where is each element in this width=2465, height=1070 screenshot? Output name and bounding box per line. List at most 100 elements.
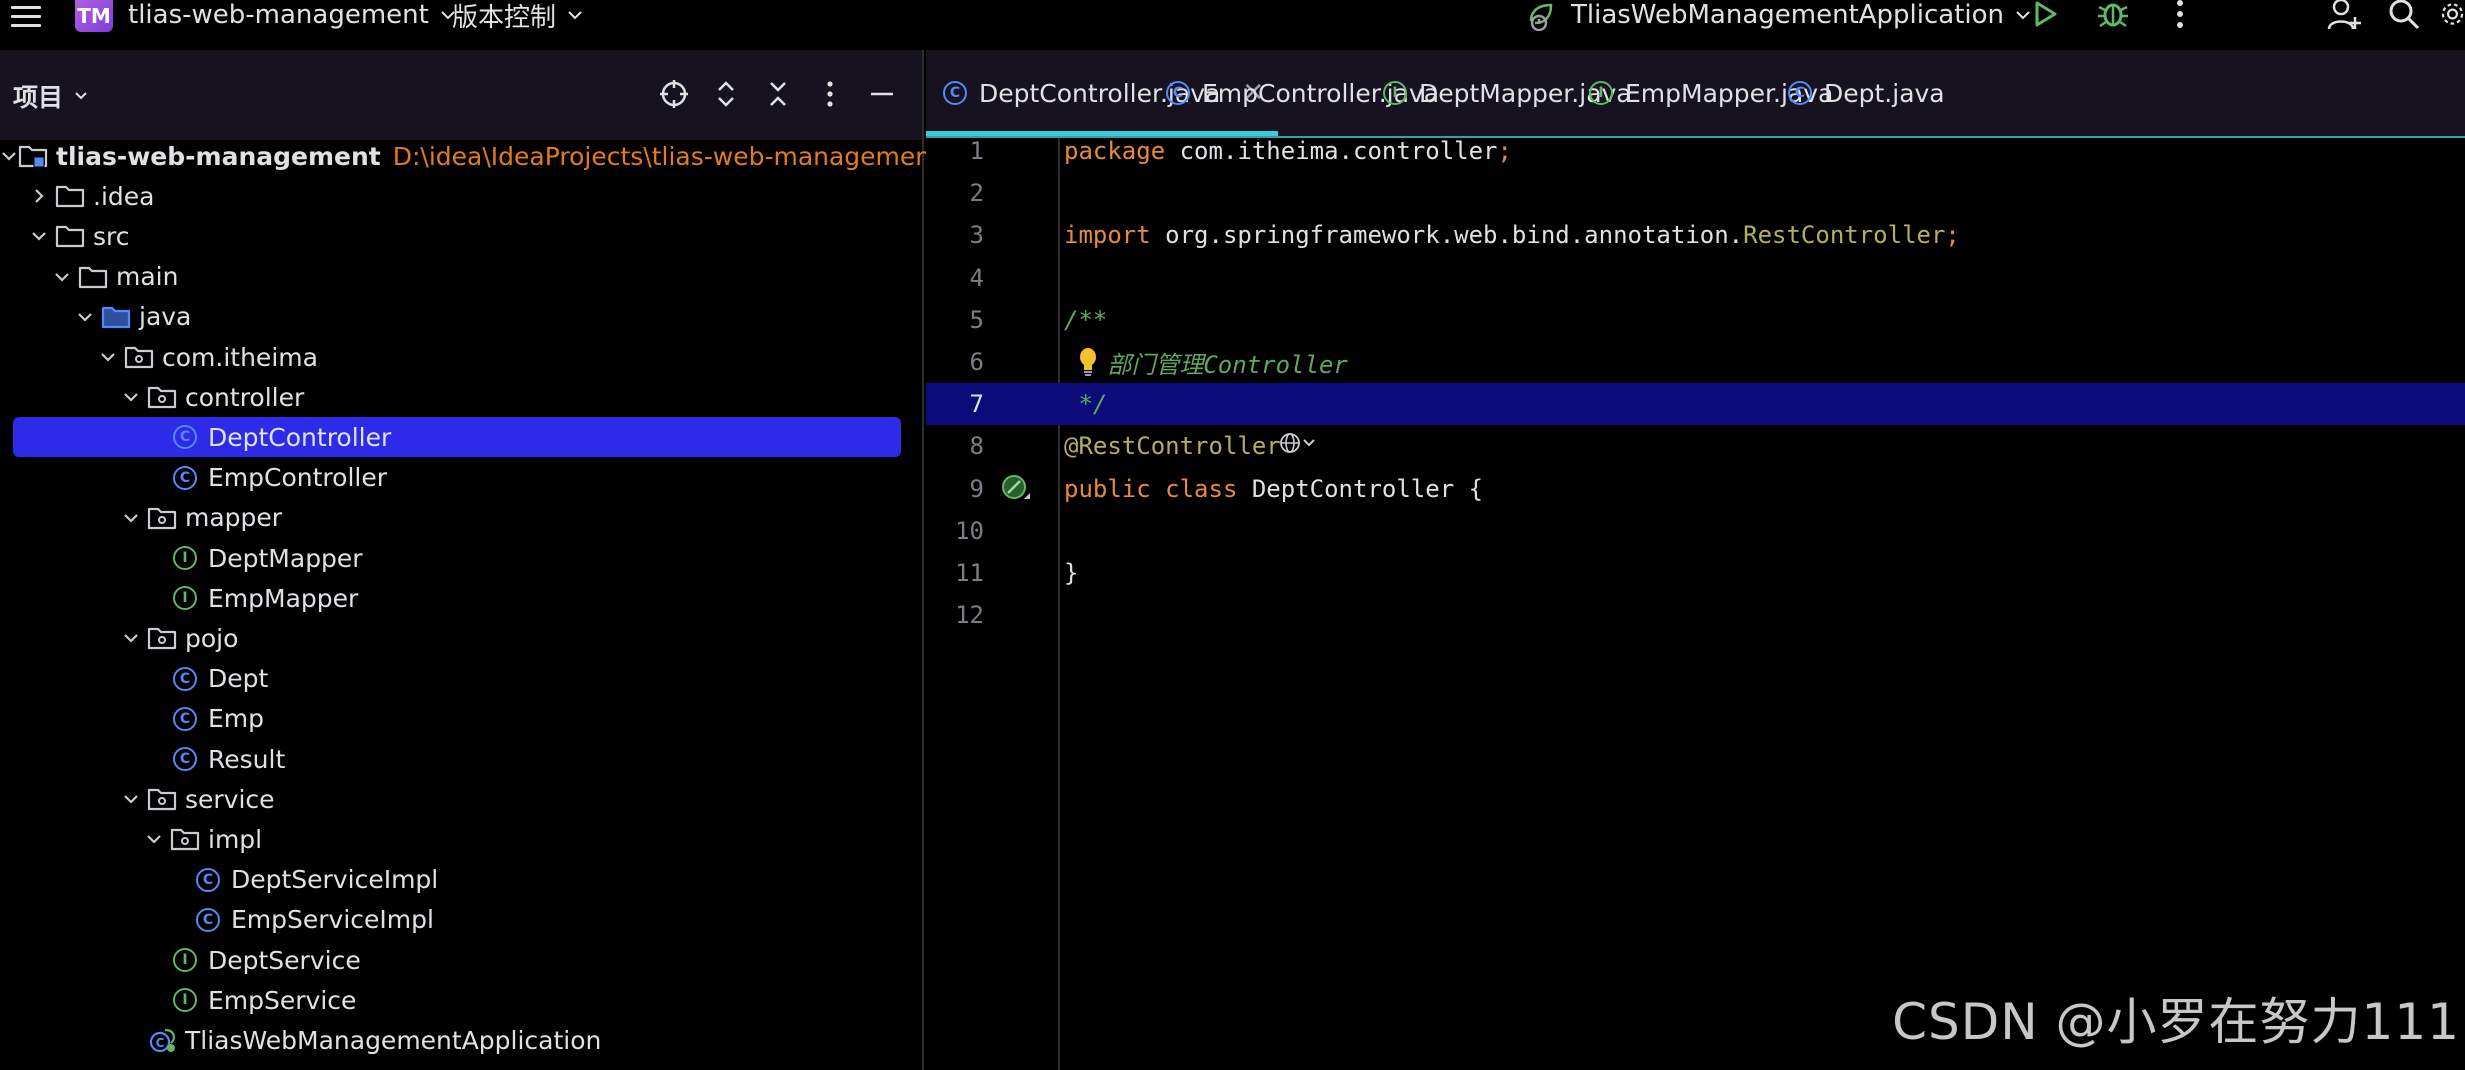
code-editor[interactable]: 1 package com.itheima.controller; 2 3 import… — [926, 137, 2465, 1070]
run-button[interactable] — [2025, 0, 2065, 32]
intention-bulb-icon[interactable] — [1076, 346, 1100, 378]
tree-item[interactable]: C EmpServiceImpl — [0, 900, 922, 940]
tree-item[interactable]: I DeptService — [0, 940, 922, 980]
tree-item[interactable]: .idea — [0, 176, 922, 216]
tree-item[interactable]: I EmpMapper — [0, 578, 922, 618]
tree-item-label: java — [139, 302, 192, 332]
code-text: } — [1064, 559, 1078, 587]
class-icon: C — [1166, 81, 1190, 105]
vcs-menu[interactable]: 版本控制 — [452, 0, 584, 33]
code-token: DeptController { — [1237, 474, 1484, 503]
tree-item[interactable]: service — [0, 779, 922, 819]
hide-panel-button[interactable] — [862, 74, 902, 114]
run-configuration-selector[interactable]: TliasWebManagementApplication — [1525, 0, 2032, 32]
line-number: 8 — [969, 432, 984, 461]
expand-all-button[interactable] — [706, 74, 746, 114]
folder-icon — [55, 181, 85, 211]
chevron-down-icon[interactable] — [23, 220, 55, 252]
code-token: class — [1165, 474, 1238, 503]
code-token: 部门管理Controller — [1064, 350, 1348, 379]
chevron-down-icon[interactable] — [0, 140, 18, 172]
interface-icon: I — [170, 985, 200, 1015]
line-number: 12 — [955, 601, 984, 630]
tree-item[interactable]: mapper — [0, 498, 922, 538]
more-vertical-icon — [2177, 0, 2183, 28]
chevron-down-icon[interactable] — [115, 783, 147, 815]
tree-item[interactable]: C Dept — [0, 659, 922, 699]
tree-item[interactable]: src — [0, 216, 922, 256]
tree-item-label: Result — [208, 744, 286, 774]
code-token: import — [1064, 221, 1151, 250]
more-actions-button[interactable] — [2160, 0, 2200, 32]
code-with-me-button[interactable] — [2325, 0, 2365, 32]
project-name: tlias-web-management — [128, 0, 429, 30]
tree-item[interactable]: C DeptServiceImpl — [0, 860, 922, 900]
tree-item[interactable]: C DeptController — [0, 417, 922, 458]
panel-options-button[interactable] — [810, 74, 850, 114]
tree-item[interactable]: impl — [0, 819, 922, 859]
tree-item[interactable]: tlias-web-management D:\idea\IdeaProjects… — [0, 136, 941, 176]
tree-item[interactable]: I DeptMapper — [0, 538, 922, 578]
package-icon — [147, 503, 177, 533]
tree-item[interactable]: main — [0, 257, 922, 297]
tree-item[interactable]: I EmpService — [0, 980, 922, 1020]
search-icon — [2389, 0, 2420, 30]
tree-item[interactable]: java — [0, 297, 922, 337]
class-icon: C — [170, 664, 200, 694]
tree-item-label: .idea — [93, 181, 155, 211]
code-text: */ — [1064, 390, 1107, 418]
code-line: 8 @RestController — [926, 425, 2465, 467]
chevron-down-icon[interactable] — [115, 381, 147, 413]
interface-icon: I — [170, 583, 200, 613]
tree-item-label: controller — [185, 382, 305, 412]
chevron-down-icon[interactable] — [92, 341, 124, 373]
chevron-down-icon[interactable] — [115, 622, 147, 654]
tree-item-label: EmpService — [208, 985, 357, 1015]
chevron-down-icon[interactable] — [69, 301, 101, 333]
tree-item[interactable]: pojo — [0, 618, 922, 658]
minimize-icon — [871, 92, 893, 96]
tree-item[interactable]: C Result — [0, 739, 922, 779]
locate-file-button[interactable] — [654, 74, 694, 114]
code-line: 10 — [926, 510, 2465, 552]
line-number: 5 — [969, 305, 984, 334]
tree-item[interactable]: C EmpController — [0, 458, 922, 498]
chevron-down-icon[interactable] — [115, 502, 147, 534]
spring-bean-icon[interactable] — [999, 472, 1033, 506]
tree-item[interactable]: C TliasWebManagementApplication — [0, 1020, 922, 1060]
chevron-down-icon[interactable] — [138, 823, 170, 855]
code-line: 1 package com.itheima.controller; — [926, 130, 2465, 172]
main-menu-button[interactable] — [8, 0, 44, 32]
code-line: 6 部门管理Controller — [926, 341, 2465, 383]
settings-button[interactable] — [2440, 0, 2465, 32]
web-endpoints-icon[interactable] — [1279, 431, 1319, 461]
package-icon — [147, 623, 177, 653]
project-badge[interactable]: TM — [75, 0, 113, 32]
code-line: 7 */ — [926, 383, 2465, 426]
debug-button[interactable] — [2093, 0, 2133, 32]
code-text: @RestController — [1064, 432, 1281, 460]
project-view-selector[interactable]: 项目 — [13, 78, 89, 114]
chevron-right-icon[interactable] — [23, 180, 55, 212]
project-switcher[interactable]: tlias-web-management — [128, 0, 457, 32]
tree-item[interactable]: com.itheima — [0, 337, 922, 377]
collapse-all-button[interactable] — [758, 74, 798, 114]
tree-item-label: Emp — [208, 704, 265, 734]
project-tool-window: 项目 tlias-web-management D:\idea\IdeaProje… — [0, 50, 941, 1070]
source-folder-icon — [101, 302, 131, 332]
search-everywhere-button[interactable] — [2384, 0, 2424, 32]
chevron-down-icon[interactable] — [46, 261, 78, 293]
code-text: /** — [1064, 306, 1107, 334]
editor-tab[interactable]: C Dept.java — [1771, 50, 1955, 136]
expand-icon — [718, 81, 734, 107]
svg-text:C: C — [156, 1036, 165, 1050]
tree-item[interactable]: controller — [0, 377, 922, 417]
class-letter: C — [173, 425, 197, 450]
tree-item[interactable]: C Emp — [0, 699, 922, 739]
